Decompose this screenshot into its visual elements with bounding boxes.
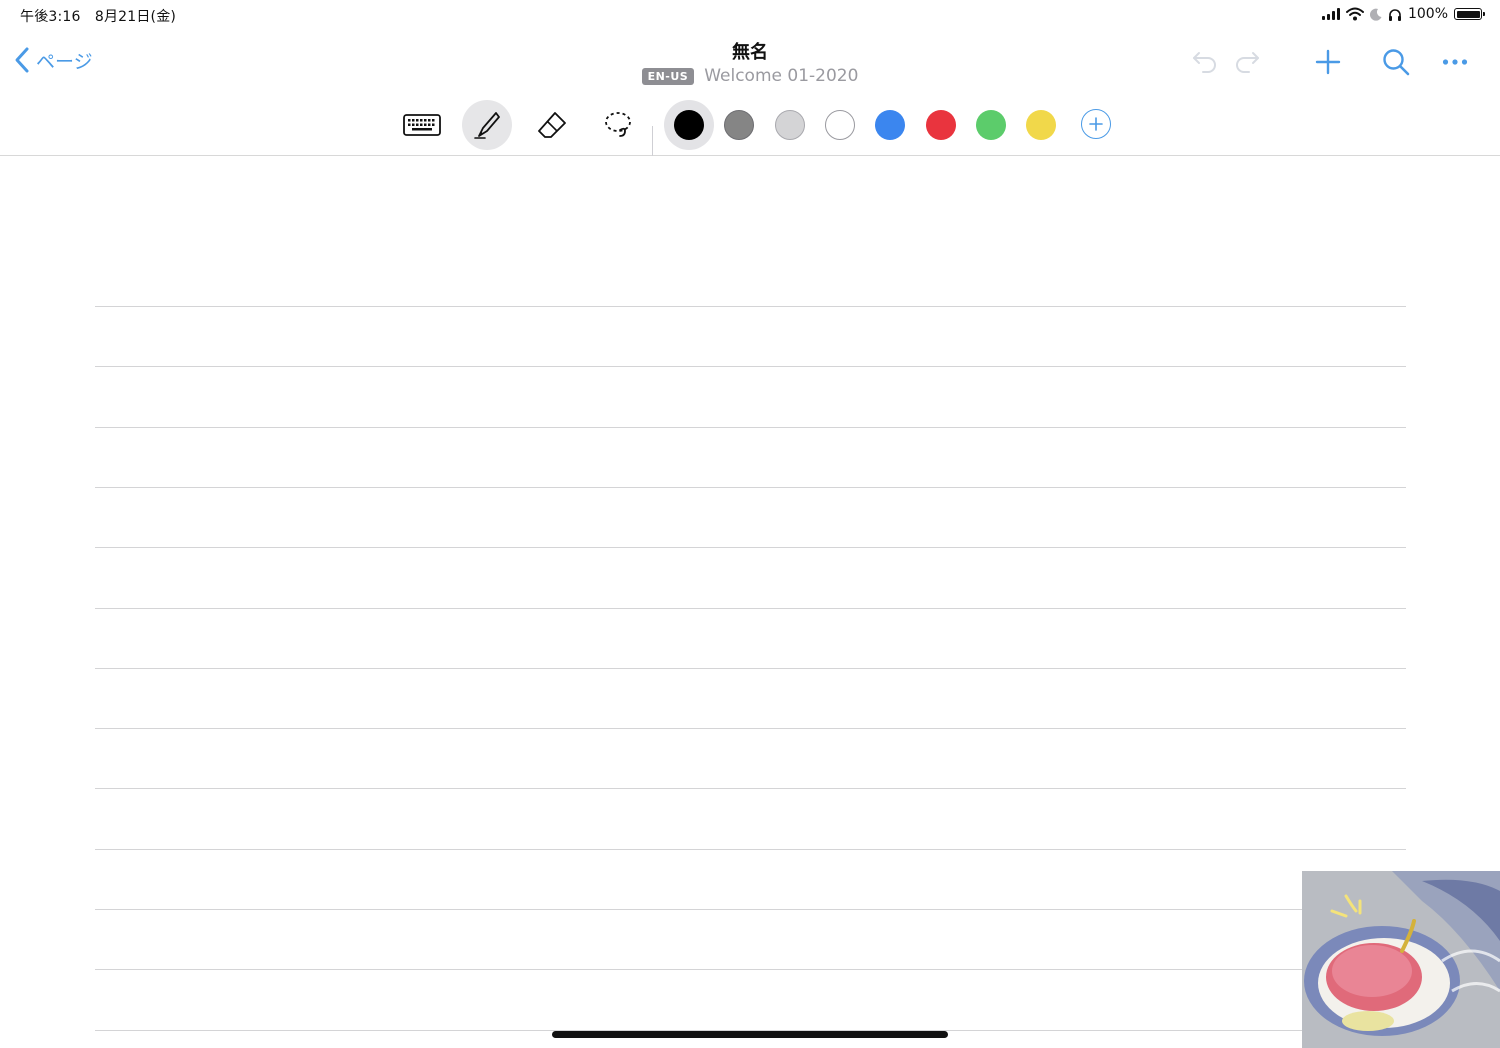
navigation-bar: ページ 無名 EN-US Welcome 01-2020 bbox=[0, 30, 1500, 94]
plus-icon bbox=[1089, 117, 1103, 131]
redo-button[interactable] bbox=[1226, 44, 1268, 80]
ruled-line bbox=[95, 728, 1406, 729]
ruled-line bbox=[95, 969, 1406, 970]
eraser-icon bbox=[538, 112, 566, 138]
ellipsis-icon bbox=[1442, 59, 1468, 65]
keyboard-icon bbox=[403, 114, 441, 136]
color-dot-green bbox=[976, 110, 1006, 140]
eraser-tool[interactable] bbox=[527, 100, 577, 150]
toolbar-divider bbox=[652, 126, 653, 156]
document-name[interactable]: Welcome 01-2020 bbox=[704, 66, 858, 86]
color-swatch-white[interactable] bbox=[815, 100, 865, 150]
watermark-image bbox=[1302, 871, 1500, 1048]
color-dot-white bbox=[825, 110, 855, 140]
wifi-icon bbox=[1345, 7, 1364, 21]
search-button[interactable] bbox=[1362, 44, 1430, 80]
ruled-line bbox=[95, 909, 1406, 910]
undo-button[interactable] bbox=[1184, 44, 1226, 80]
lasso-tool[interactable] bbox=[594, 100, 644, 150]
lasso-icon bbox=[605, 112, 631, 137]
ruled-line bbox=[95, 668, 1406, 669]
ruled-line bbox=[95, 427, 1406, 428]
ruled-line bbox=[95, 366, 1406, 367]
pen-tool[interactable] bbox=[462, 100, 512, 150]
ruled-line bbox=[95, 608, 1406, 609]
color-dot-gray bbox=[724, 110, 754, 140]
note-page[interactable] bbox=[0, 156, 1500, 1048]
color-dot-red bbox=[926, 110, 956, 140]
color-swatch-light-gray[interactable] bbox=[765, 100, 815, 150]
status-indicators: 100% bbox=[1321, 6, 1485, 22]
ruled-line bbox=[95, 788, 1406, 789]
battery-icon bbox=[1454, 8, 1485, 20]
status-time-date: 午後3:16 8月21日(金) bbox=[20, 9, 177, 25]
color-dot-black bbox=[674, 110, 704, 140]
battery-percent: 100% bbox=[1407, 6, 1448, 22]
color-swatch-yellow[interactable] bbox=[1016, 100, 1066, 150]
moon-icon bbox=[1369, 8, 1382, 21]
home-indicator[interactable] bbox=[552, 1031, 948, 1038]
undo-icon bbox=[1193, 52, 1216, 73]
color-swatch-gray[interactable] bbox=[714, 100, 764, 150]
color-swatch-black[interactable] bbox=[664, 100, 714, 150]
add-color-button[interactable] bbox=[1081, 109, 1111, 139]
ruled-line bbox=[95, 849, 1406, 850]
redo-icon bbox=[1236, 52, 1259, 73]
search-icon bbox=[1383, 49, 1410, 76]
color-dot-light-gray bbox=[775, 110, 805, 140]
battery-fill bbox=[1456, 10, 1480, 18]
keyboard-tool[interactable] bbox=[397, 100, 447, 150]
color-swatch-blue[interactable] bbox=[865, 100, 915, 150]
plus-icon bbox=[1315, 49, 1341, 75]
add-button[interactable] bbox=[1294, 44, 1362, 80]
pen-icon bbox=[474, 112, 500, 139]
ruled-line bbox=[95, 306, 1406, 307]
ruled-line bbox=[95, 487, 1406, 488]
color-dot-yellow bbox=[1026, 110, 1056, 140]
color-swatch-green[interactable] bbox=[966, 100, 1016, 150]
color-dot-blue bbox=[875, 110, 905, 140]
status-bar: 午後3:16 8月21日(金) 100% bbox=[0, 0, 1500, 30]
nav-actions bbox=[1184, 44, 1480, 80]
headphones-icon bbox=[1388, 8, 1401, 21]
more-button[interactable] bbox=[1430, 44, 1480, 80]
drawing-toolbar bbox=[0, 96, 1500, 156]
ruled-line bbox=[95, 547, 1406, 548]
cellular-signal-icon bbox=[1321, 8, 1340, 20]
language-badge[interactable]: EN-US bbox=[641, 67, 695, 85]
color-swatch-red[interactable] bbox=[916, 100, 966, 150]
